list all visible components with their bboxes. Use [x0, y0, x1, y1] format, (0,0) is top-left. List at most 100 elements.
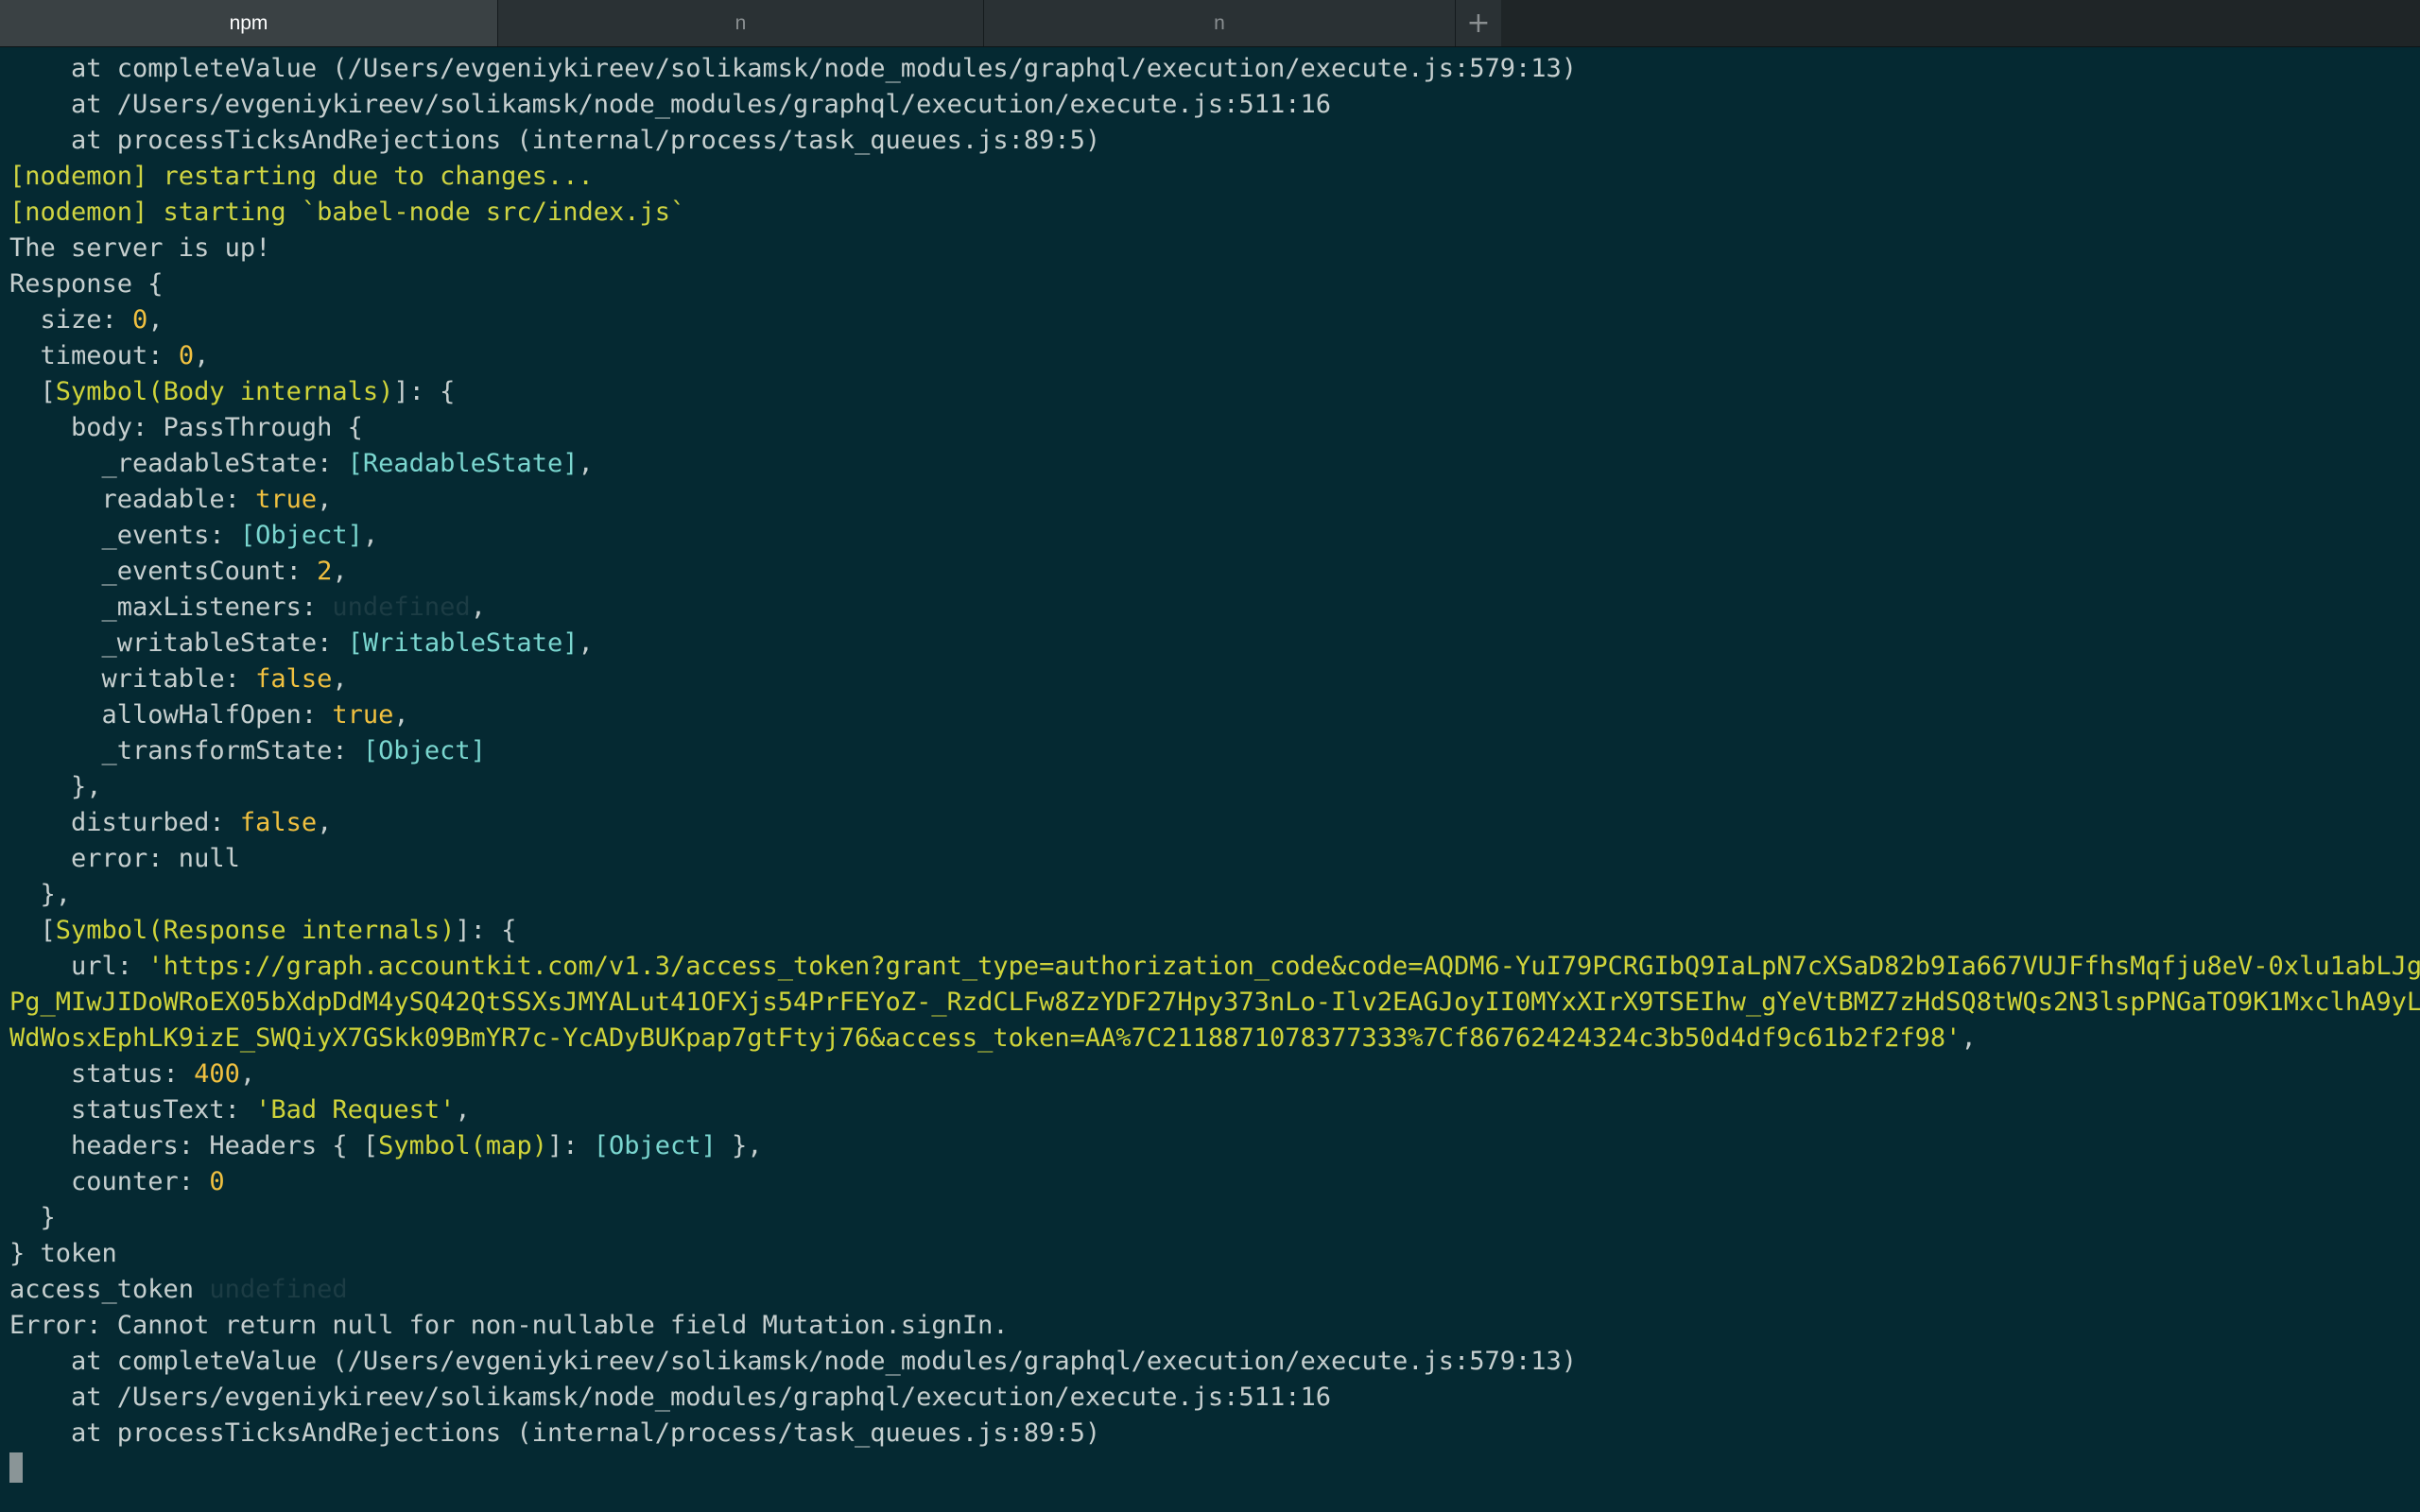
terminal-line: statusText: 'Bad Request',	[9, 1092, 2411, 1128]
new-tab-button[interactable]: +	[1456, 0, 1501, 46]
terminal-text: WdWosxEphLK9izE_SWQiyX7GSkk09BmYR7c-YcAD…	[9, 1023, 1962, 1053]
terminal-line: },	[9, 769, 2411, 805]
terminal-line: _readableState: [ReadableState],	[9, 446, 2411, 482]
terminal-output[interactable]: at completeValue (/Users/evgeniykireev/s…	[9, 51, 2420, 1487]
terminal-text: at completeValue (/Users/evgeniykireev/s…	[9, 1347, 1578, 1376]
terminal-text: Response {	[9, 269, 164, 299]
terminal-line: access_token undefined	[9, 1272, 2411, 1308]
terminal-line: timeout: 0,	[9, 338, 2411, 374]
terminal-line: _eventsCount: 2,	[9, 554, 2411, 590]
terminal-line: [nodemon] restarting due to changes...	[9, 159, 2411, 195]
terminal-text: _writableState:	[9, 628, 348, 658]
terminal-text: ,	[332, 664, 348, 694]
terminal-text: [	[9, 377, 56, 406]
terminal-text: headers: Headers { [	[9, 1131, 379, 1160]
terminal-text: [Object]	[362, 736, 486, 765]
terminal-line: The server is up!	[9, 231, 2411, 266]
terminal-text: true	[332, 700, 394, 730]
terminal-text: 0	[178, 341, 195, 370]
terminal-text: ,	[147, 305, 164, 335]
terminal-line: Pg_MIwJIDoWRoEX05bXdpDdM4ySQ42QtSSXsJMYA…	[9, 985, 2420, 1021]
terminal-text: },	[9, 772, 102, 801]
terminal-line: disturbed: false,	[9, 805, 2411, 841]
tab-n-2[interactable]: n	[984, 0, 1456, 46]
terminal-text: ,	[1961, 1023, 1977, 1053]
terminal-text: }	[9, 1203, 56, 1232]
terminal-text: false	[255, 664, 333, 694]
tab-label: n	[735, 11, 747, 34]
terminal-line: readable: true,	[9, 482, 2411, 518]
terminal-text: ]:	[546, 1131, 594, 1160]
terminal-line: allowHalfOpen: true,	[9, 697, 2411, 733]
terminal-text: access_token	[9, 1275, 210, 1304]
terminal-text: 0	[209, 1167, 225, 1196]
terminal-text: at processTicksAndRejections (internal/p…	[9, 1418, 1101, 1448]
terminal-text: ]: {	[455, 916, 517, 945]
tab-npm[interactable]: npm	[0, 0, 498, 46]
terminal-text: ,	[239, 1059, 256, 1089]
terminal-text: ,	[455, 1095, 471, 1125]
tab-label: n	[1214, 11, 1225, 34]
terminal-line: at processTicksAndRejections (internal/p…	[9, 123, 2411, 159]
terminal-text: [nodemon] starting `babel-node src/index…	[9, 198, 686, 227]
terminal-text: _readableState:	[9, 449, 348, 478]
prompt-line	[9, 1452, 2411, 1487]
terminal-text: ,	[332, 557, 348, 586]
terminal-text: undefined	[332, 593, 471, 622]
terminal-text: false	[239, 808, 318, 837]
terminal-line: _events: [Object],	[9, 518, 2411, 554]
tab-n-1[interactable]: n	[498, 0, 984, 46]
terminal-text: _maxListeners:	[9, 593, 333, 622]
terminal-line: _maxListeners: undefined,	[9, 590, 2411, 626]
terminal-line: at /Users/evgeniykireev/solikamsk/node_m…	[9, 87, 2411, 123]
terminal-line: } token	[9, 1236, 2411, 1272]
terminal-text: Error: Cannot return null for non-nullab…	[9, 1311, 1009, 1340]
tab-label: npm	[229, 11, 268, 34]
terminal-text: ,	[470, 593, 486, 622]
terminal-text: ,	[393, 700, 409, 730]
terminal-text: url:	[9, 952, 148, 981]
terminal-line: at processTicksAndRejections (internal/p…	[9, 1416, 2411, 1452]
terminal-text: disturbed:	[9, 808, 240, 837]
terminal-text: [	[9, 916, 56, 945]
terminal-text: ,	[194, 341, 210, 370]
terminal-text: at completeValue (/Users/evgeniykireev/s…	[9, 54, 1578, 83]
terminal-text: },	[716, 1131, 763, 1160]
plus-icon: +	[1466, 7, 1491, 40]
terminal-text: statusText:	[9, 1095, 256, 1125]
terminal-text: readable:	[9, 485, 256, 514]
terminal-text: writable:	[9, 664, 256, 694]
terminal-line: error: null	[9, 841, 2411, 877]
terminal-text: Symbol(Body internals)	[55, 377, 394, 406]
terminal-text: error: null	[9, 844, 240, 873]
terminal-text: size:	[9, 305, 133, 335]
terminal-text: ,	[578, 628, 594, 658]
cursor	[9, 1452, 23, 1483]
terminal-line: at completeValue (/Users/evgeniykireev/s…	[9, 1344, 2411, 1380]
terminal-line: }	[9, 1200, 2411, 1236]
terminal-text: _events:	[9, 521, 240, 550]
terminal-text: ,	[578, 449, 594, 478]
terminal-text: },	[9, 880, 72, 909]
terminal-text: ]: {	[393, 377, 456, 406]
terminal-text: at processTicksAndRejections (internal/p…	[9, 126, 1101, 155]
terminal-line: headers: Headers { [Symbol(map)]: [Objec…	[9, 1128, 2411, 1164]
terminal-text: timeout:	[9, 341, 179, 370]
terminal-text: [Object]	[593, 1131, 717, 1160]
terminal-text: ,	[362, 521, 379, 550]
terminal-line: [Symbol(Body internals)]: {	[9, 374, 2411, 410]
terminal-text: 2	[317, 557, 333, 586]
terminal-line: WdWosxEphLK9izE_SWQiyX7GSkk09BmYR7c-YcAD…	[9, 1021, 2411, 1057]
terminal-text: true	[255, 485, 318, 514]
terminal-text: The server is up!	[9, 233, 271, 263]
terminal-text: status:	[9, 1059, 195, 1089]
terminal-text: Symbol(Response internals)	[55, 916, 456, 945]
terminal-text: [WritableState]	[347, 628, 579, 658]
terminal-line: },	[9, 877, 2411, 913]
terminal-text: ,	[317, 485, 333, 514]
terminal-text: } token	[9, 1239, 117, 1268]
terminal-line: counter: 0	[9, 1164, 2411, 1200]
terminal-line: status: 400,	[9, 1057, 2411, 1092]
terminal-line: at /Users/evgeniykireev/solikamsk/node_m…	[9, 1380, 2411, 1416]
terminal-text: _eventsCount:	[9, 557, 318, 586]
